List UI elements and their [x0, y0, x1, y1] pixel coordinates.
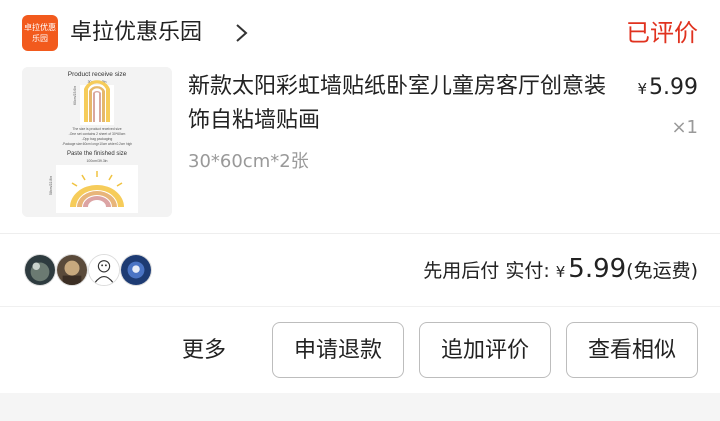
- price-symbol: ¥: [637, 80, 648, 98]
- thumb-size-side-2: 58cm/22.8in: [49, 176, 53, 195]
- divider: [0, 233, 720, 234]
- thumb-note-2: -One set contains 2 sheet of 30*60cm: [69, 132, 126, 136]
- avatar[interactable]: [88, 254, 120, 286]
- payment-amount: 5.99: [568, 254, 627, 284]
- payment-summary: 先用后付 实付: ¥5.99(免运费): [423, 252, 698, 289]
- product-thumbnail[interactable]: Product receive size 30cm/11.8in 60cm/23…: [22, 67, 172, 217]
- shipping-note: (免运费): [626, 260, 698, 282]
- thumb-note-3: -Opp bag packaging: [82, 137, 113, 141]
- thumb-note-4: -Package size:60cm long×10cm wide×0.2cm …: [62, 142, 132, 146]
- thumb-heading: Product receive size: [68, 71, 127, 78]
- thumb-size-side: 60cm/23.6in: [73, 86, 77, 105]
- more-button[interactable]: 更多: [182, 334, 226, 368]
- avatar[interactable]: [120, 254, 152, 286]
- shop-header[interactable]: 卓拉优惠 乐园 卓拉优惠乐园 已评价: [0, 0, 720, 66]
- avatar[interactable]: [56, 254, 88, 286]
- chevron-right-icon[interactable]: [232, 19, 252, 47]
- shop-logo-line2: 乐园: [32, 34, 48, 43]
- product-title[interactable]: 新款太阳彩虹墙贴纸卧室儿童房客厅创意装饰自粘墙贴画: [188, 70, 608, 138]
- refund-button[interactable]: 申请退款: [272, 322, 404, 378]
- thumb-size-bottom: 100cm/39.3in: [86, 159, 107, 163]
- thumb-note-1: The size is product received size: [72, 127, 121, 131]
- product-spec: 30*60cm*2张: [188, 151, 309, 172]
- page-footer-band: [0, 393, 720, 421]
- add-review-button[interactable]: 追加评价: [419, 322, 551, 378]
- payment-label: 实付:: [505, 260, 550, 282]
- shop-logo-line1: 卓拉优惠: [24, 23, 56, 32]
- order-status: 已评价: [626, 19, 698, 47]
- shop-name[interactable]: 卓拉优惠乐园: [70, 18, 202, 48]
- view-similar-button[interactable]: 查看相似: [566, 322, 698, 378]
- divider: [0, 306, 720, 307]
- thumb-heading-2: Paste the finished size: [67, 151, 128, 157]
- product-quantity: ×1: [671, 117, 698, 138]
- shop-logo: 卓拉优惠 乐园: [22, 15, 58, 51]
- price-value: 5.99: [649, 75, 698, 100]
- avatar[interactable]: [24, 254, 56, 286]
- product-price: ¥5.99: [637, 72, 698, 105]
- payment-method: 先用后付: [423, 260, 500, 282]
- payment-symbol: ¥: [555, 263, 566, 281]
